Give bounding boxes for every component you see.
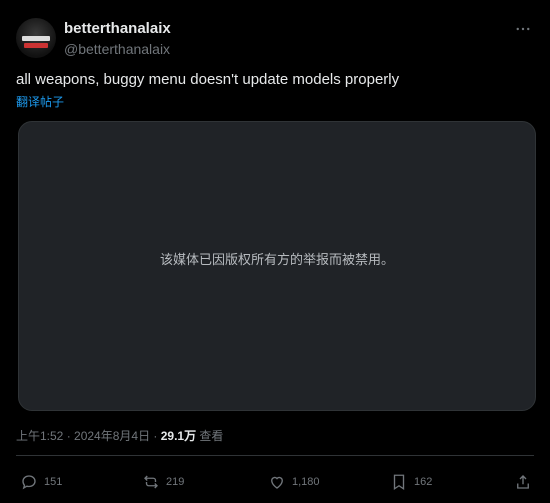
share-icon: [517, 475, 529, 489]
share-button[interactable]: [514, 470, 538, 494]
repost-count: 219: [166, 476, 185, 488]
avatar-logo-top: [22, 36, 50, 41]
action-bar: 151 219 1,180 162: [20, 470, 534, 494]
bookmark-button[interactable]: 162: [390, 470, 432, 494]
reply-count: 151: [44, 476, 63, 488]
reply-icon: [22, 475, 36, 490]
media-placeholder[interactable]: 该媒体已因版权所有方的举报而被禁用。: [18, 121, 536, 411]
views-count: 29.1万: [160, 429, 197, 443]
author-names: betterthanalaix @betterthanalaix: [64, 20, 171, 58]
repost-button[interactable]: 219: [142, 470, 184, 494]
post-meta: 上午1:52 · 2024年8月4日 · 29.1万 查看: [16, 428, 223, 444]
reply-button[interactable]: 151: [20, 470, 62, 494]
bookmark-count: 162: [414, 476, 433, 488]
repost-icon: [144, 475, 158, 489]
divider: [16, 455, 534, 456]
like-count: 1,180: [292, 476, 320, 488]
post-text: all weapons, buggy menu doesn't update m…: [16, 71, 400, 88]
heart-icon: [271, 476, 283, 489]
author-handle[interactable]: @betterthanalaix: [64, 40, 171, 58]
views-label: 查看: [196, 429, 224, 443]
avatar[interactable]: [16, 18, 56, 58]
more-horizontal-icon[interactable]: [512, 20, 534, 42]
avatar-logo-bottom: [24, 43, 48, 48]
post-header: betterthanalaix @betterthanalaix: [16, 16, 534, 60]
bookmark-icon: [393, 474, 405, 491]
like-button[interactable]: 1,180: [268, 470, 320, 494]
post: betterthanalaix @betterthanalaix all wea…: [0, 0, 550, 503]
author-display-name[interactable]: betterthanalaix: [64, 20, 171, 38]
media-disabled-message: 该媒体已因版权所有方的举报而被禁用。: [159, 252, 394, 267]
post-timestamp[interactable]: 上午1:52 · 2024年8月4日 ·: [16, 429, 161, 443]
translate-post-link[interactable]: 翻译帖子: [16, 94, 64, 110]
